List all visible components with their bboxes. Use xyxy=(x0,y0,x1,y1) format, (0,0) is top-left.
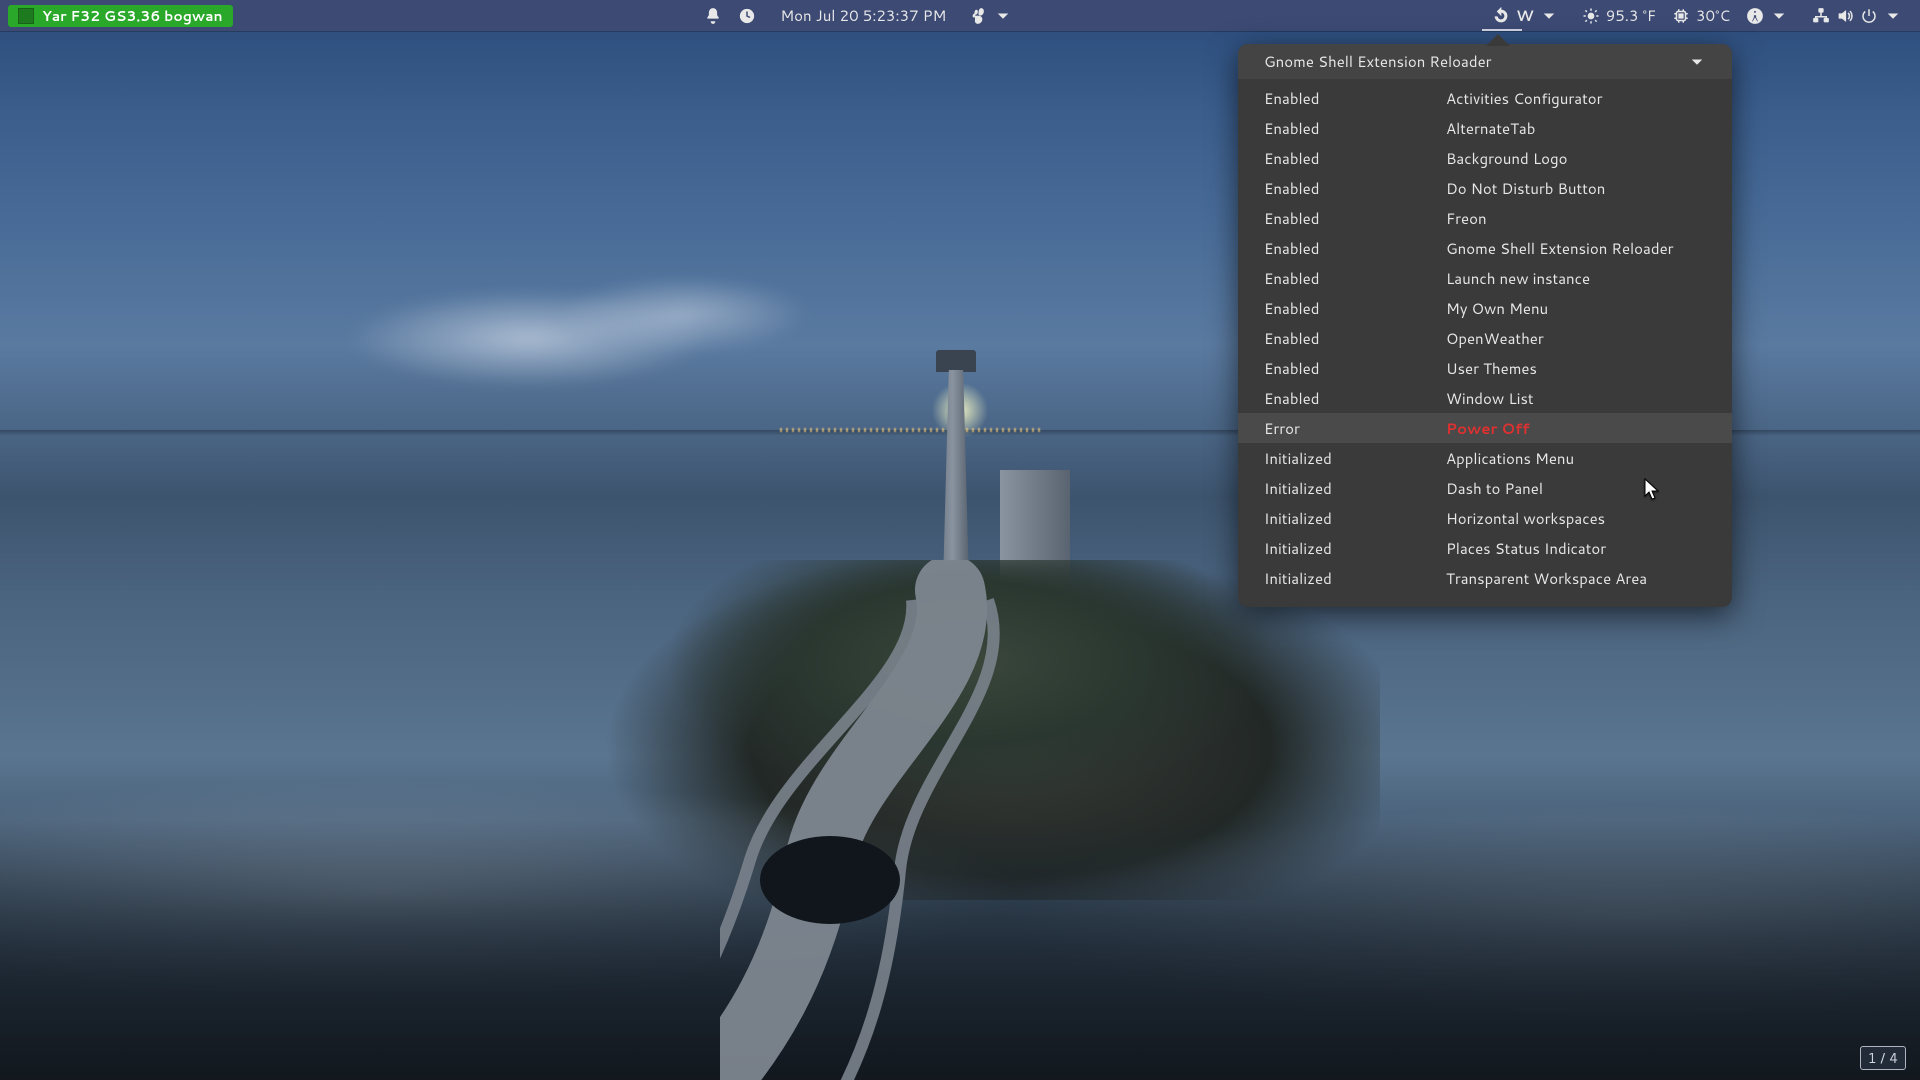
accessibility-icon xyxy=(1746,7,1764,25)
caret-down-icon xyxy=(994,7,1012,25)
accessibility-menu[interactable] xyxy=(1738,0,1796,31)
gnome-top-bar: Yar F32 GS3.36 bogwan Mon Jul 20 5:23:37… xyxy=(0,0,1920,31)
extension-status: Enabled xyxy=(1264,208,1446,229)
activities-icon xyxy=(18,8,34,24)
refresh-icon xyxy=(1492,7,1510,25)
extension-status: Enabled xyxy=(1264,358,1446,379)
chip-icon xyxy=(1672,7,1690,25)
caret-down-icon xyxy=(1884,7,1902,25)
workspace-label: 1 / 4 xyxy=(1868,1048,1898,1068)
menu-arrow xyxy=(1486,34,1510,46)
weather-temp: 95.3 °F xyxy=(1606,5,1656,26)
volume-icon xyxy=(1836,7,1854,25)
extension-row[interactable]: InitializedPlaces Status Indicator xyxy=(1238,533,1732,563)
extension-name: Activities Configurator xyxy=(1446,88,1706,109)
extension-status: Enabled xyxy=(1264,388,1446,409)
cpu-temp-button[interactable]: 30°C xyxy=(1664,0,1738,31)
wallpaper-clouds xyxy=(320,250,840,410)
extension-status: Initialized xyxy=(1264,538,1446,559)
extension-name: Window List xyxy=(1446,388,1706,409)
extension-name: Do Not Disturb Button xyxy=(1446,178,1706,199)
extension-row[interactable]: EnabledLaunch new instance xyxy=(1238,263,1732,293)
extension-name: Background Logo xyxy=(1446,148,1706,169)
clock-menu[interactable] xyxy=(730,0,764,31)
date-time[interactable]: Mon Jul 20 5:23:37 PM xyxy=(772,0,954,31)
cpu-temp: 30°C xyxy=(1696,5,1730,26)
extension-row[interactable]: InitializedTransparent Workspace Area xyxy=(1238,563,1732,593)
active-indicator xyxy=(1482,29,1522,31)
extension-status: Enabled xyxy=(1264,88,1446,109)
extension-row[interactable]: EnabledUser Themes xyxy=(1238,353,1732,383)
extension-name: Applications Menu xyxy=(1446,448,1706,469)
caret-down-icon xyxy=(1688,53,1706,71)
extension-name: User Themes xyxy=(1446,358,1706,379)
extension-row[interactable]: EnabledGnome Shell Extension Reloader xyxy=(1238,233,1732,263)
activities-label: Yar F32 GS3.36 bogwan xyxy=(42,6,223,26)
dnd-button[interactable] xyxy=(696,0,730,31)
extension-status: Initialized xyxy=(1264,448,1446,469)
workspace-indicator[interactable]: 1 / 4 xyxy=(1860,1046,1906,1070)
caret-down-icon xyxy=(1540,7,1558,25)
extension-name: OpenWeather xyxy=(1446,328,1706,349)
extension-status: Initialized xyxy=(1264,568,1446,589)
network-icon xyxy=(1812,7,1830,25)
extension-name: Power Off xyxy=(1446,418,1706,439)
wallpaper-walkway xyxy=(720,560,1240,1080)
weather-button[interactable]: 95.3 °F xyxy=(1574,0,1664,31)
extension-row[interactable]: EnabledBackground Logo xyxy=(1238,143,1732,173)
extension-name: Gnome Shell Extension Reloader xyxy=(1446,238,1706,259)
wallpaper-city-lights xyxy=(780,428,1040,432)
extension-row[interactable]: EnabledAlternateTab xyxy=(1238,113,1732,143)
extension-row[interactable]: ErrorPower Off xyxy=(1238,413,1732,443)
weather-sunny-icon xyxy=(1582,7,1600,25)
extension-status: Error xyxy=(1264,418,1446,439)
extension-name: Dash to Panel xyxy=(1446,478,1706,499)
reloader-letter: W xyxy=(1516,5,1534,26)
extension-row[interactable]: EnabledActivities Configurator xyxy=(1238,83,1732,113)
extension-reloader-menu: Gnome Shell Extension Reloader EnabledAc… xyxy=(1238,44,1732,607)
extension-status: Initialized xyxy=(1264,508,1446,529)
extension-name: AlternateTab xyxy=(1446,118,1706,139)
extension-name: Transparent Workspace Area xyxy=(1446,568,1706,589)
extension-row[interactable]: InitializedHorizontal workspaces xyxy=(1238,503,1732,533)
gnome-foot-menu[interactable] xyxy=(962,0,1020,31)
menu-header[interactable]: Gnome Shell Extension Reloader xyxy=(1238,44,1732,79)
gnome-foot-icon xyxy=(970,7,988,25)
extension-status: Enabled xyxy=(1264,148,1446,169)
activities-badge[interactable]: Yar F32 GS3.36 bogwan xyxy=(8,5,233,27)
extension-name: Freon xyxy=(1446,208,1706,229)
extension-reloader-button[interactable]: W xyxy=(1484,0,1566,31)
extension-name: Horizontal workspaces xyxy=(1446,508,1706,529)
power-icon xyxy=(1860,7,1878,25)
caret-down-icon xyxy=(1770,7,1788,25)
extension-row[interactable]: InitializedApplications Menu xyxy=(1238,443,1732,473)
extension-row[interactable]: EnabledFreon xyxy=(1238,203,1732,233)
extension-status: Enabled xyxy=(1264,328,1446,349)
menu-title: Gnome Shell Extension Reloader xyxy=(1264,51,1492,72)
date-time-label: Mon Jul 20 5:23:37 PM xyxy=(780,5,946,26)
extension-row[interactable]: EnabledMy Own Menu xyxy=(1238,293,1732,323)
extension-status: Enabled xyxy=(1264,178,1446,199)
clock-icon xyxy=(738,7,756,25)
extension-name: Launch new instance xyxy=(1446,268,1706,289)
extension-name: My Own Menu xyxy=(1446,298,1706,319)
bell-icon xyxy=(704,7,722,25)
extension-name: Places Status Indicator xyxy=(1446,538,1706,559)
extension-status: Initialized xyxy=(1264,478,1446,499)
extension-row[interactable]: EnabledOpenWeather xyxy=(1238,323,1732,353)
extension-status: Enabled xyxy=(1264,118,1446,139)
wallpaper-lighthouse-top xyxy=(936,350,976,372)
extension-status: Enabled xyxy=(1264,238,1446,259)
extension-status: Enabled xyxy=(1264,298,1446,319)
extension-status: Enabled xyxy=(1264,268,1446,289)
extension-row[interactable]: EnabledDo Not Disturb Button xyxy=(1238,173,1732,203)
extension-row[interactable]: InitializedDash to Panel xyxy=(1238,473,1732,503)
extension-row[interactable]: EnabledWindow List xyxy=(1238,383,1732,413)
system-menu[interactable] xyxy=(1804,0,1910,31)
